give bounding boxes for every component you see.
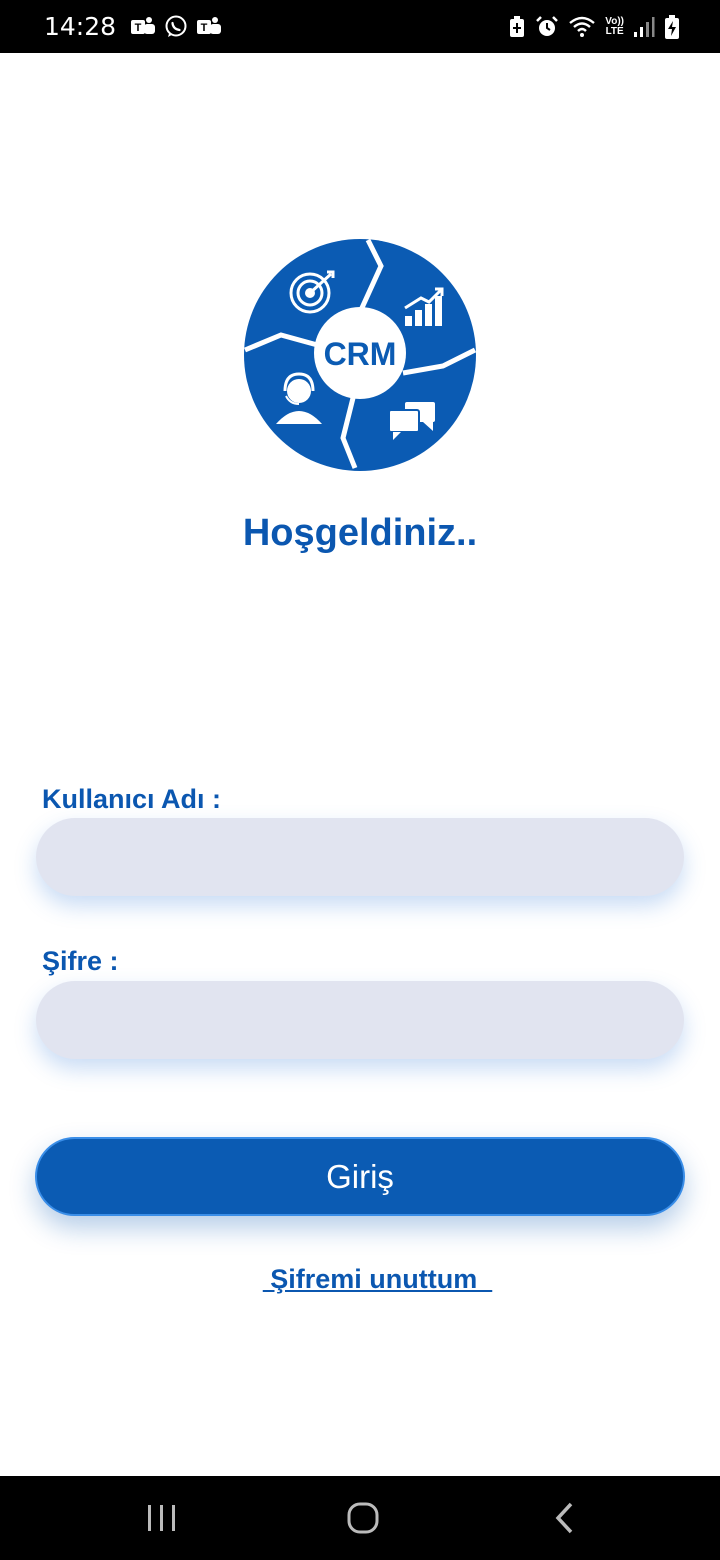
battery-saver-icon [508, 15, 526, 39]
home-icon[interactable] [333, 1498, 393, 1538]
volte-bottom: LTE [605, 25, 624, 37]
login-button[interactable]: Giriş [35, 1137, 685, 1216]
status-left: 14:28 T T [44, 12, 222, 41]
username-input[interactable] [36, 818, 684, 896]
alarm-icon [535, 15, 559, 39]
status-bar: 14:28 T T Vo)) LTE [0, 0, 720, 53]
whatsapp-icon [164, 15, 188, 39]
logo-text: CRM [324, 336, 397, 372]
forgot-password-link[interactable]: Şifremi unuttum [261, 1264, 494, 1295]
wifi-icon [568, 16, 596, 38]
svg-text:T: T [135, 22, 142, 34]
svg-text:T: T [201, 22, 208, 34]
navigation-bar [0, 1476, 720, 1560]
recent-apps-icon[interactable] [132, 1498, 192, 1538]
signal-icon [633, 16, 655, 38]
welcome-title: Hoşgeldiniz.. [242, 512, 478, 554]
status-right: Vo)) LTE [508, 14, 680, 40]
password-label: Şifre : [42, 946, 119, 976]
teams-icon: T [196, 16, 222, 38]
teams-icon: T [130, 16, 156, 38]
crm-logo: CRM [243, 238, 477, 472]
volte-icon: Vo)) LTE [605, 16, 624, 37]
battery-charging-icon [664, 14, 680, 40]
status-time: 14:28 [44, 12, 117, 41]
password-input[interactable] [36, 981, 684, 1059]
back-icon[interactable] [535, 1498, 595, 1538]
username-label: Kullanıcı Adı : [42, 784, 222, 814]
